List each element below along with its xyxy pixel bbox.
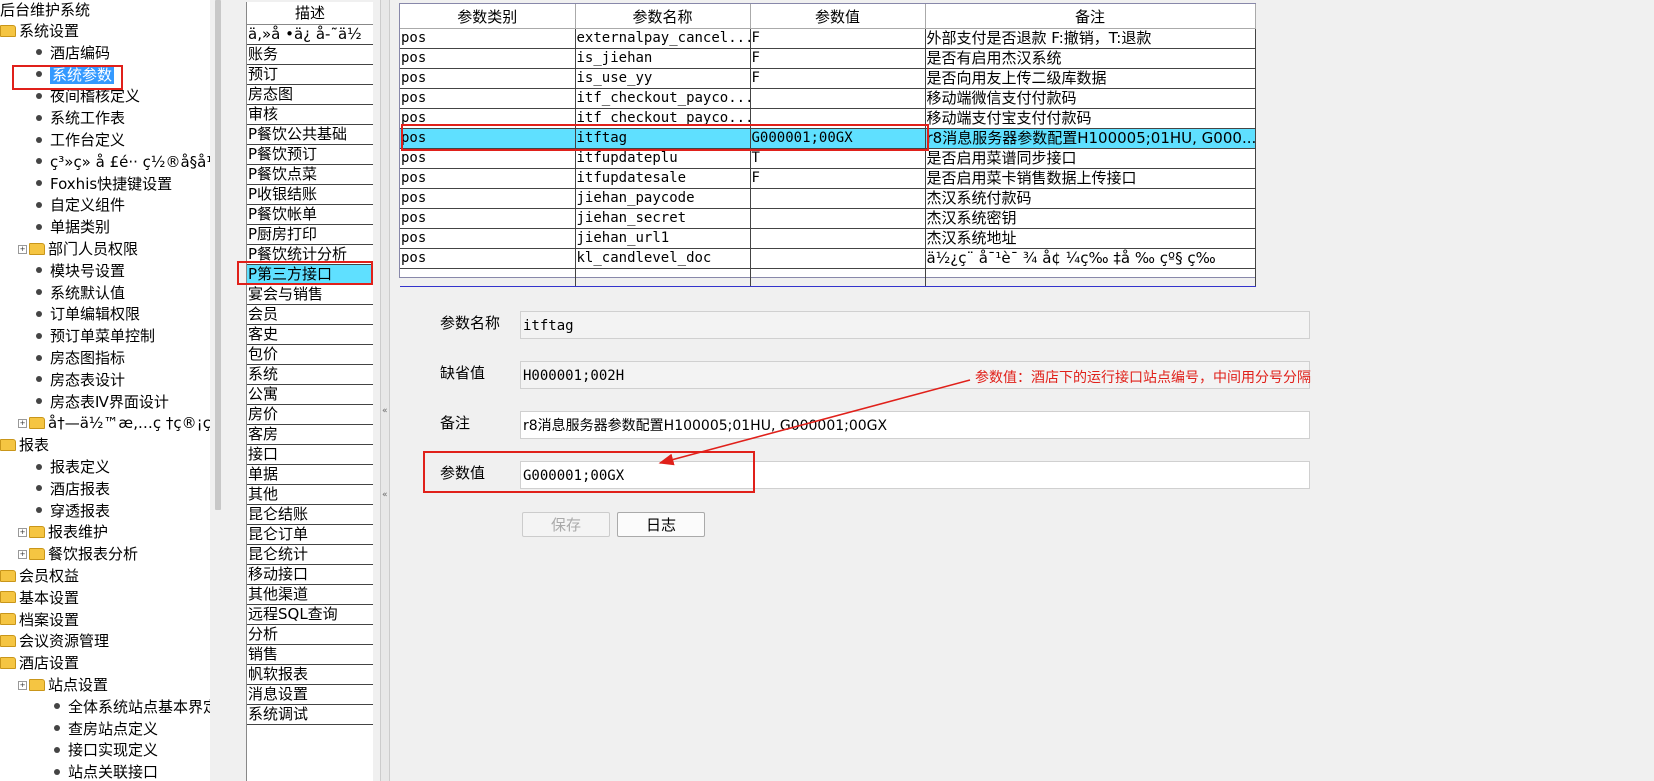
annotation-arrow-icon (658, 379, 971, 466)
annotation-note: 参数值：酒店下的运行接口站点编号，中间用分号分隔 (975, 370, 1311, 386)
